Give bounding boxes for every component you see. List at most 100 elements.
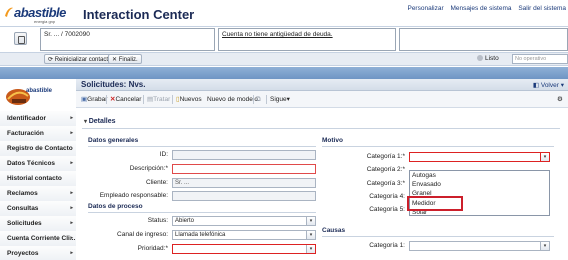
category4-label: Categoría 4: <box>369 193 405 200</box>
description-label: Descripción:* <box>129 165 168 172</box>
header-links: Personalizar Mensajes de sistema Salir d… <box>402 5 566 12</box>
sidebar-item-facturacion[interactable]: Facturación ▸ <box>0 126 76 142</box>
causas-category1-select[interactable]: ▾ <box>409 241 550 251</box>
chevron-down-icon: ▾ <box>306 217 315 225</box>
chevron-down-icon: ▾ <box>306 245 315 253</box>
section-general-data: Datos generales <box>88 137 139 144</box>
sidebar-item-reclamos[interactable]: Reclamos ▸ <box>0 186 76 202</box>
sidebar-item-historial-contacto[interactable]: Historial contacto <box>0 171 76 187</box>
toolbar-divider <box>253 95 254 104</box>
chevron-right-icon: ▸ <box>70 190 73 196</box>
nav-logo-text: abastible <box>26 88 53 94</box>
back-icon: ◧ <box>532 82 541 89</box>
section-divider <box>88 146 316 147</box>
highlight-box <box>407 196 463 211</box>
category1-select[interactable]: ▾ <box>409 152 550 162</box>
alert-message-link[interactable]: Cuenta no tiene antigüedad de deuda. <box>222 31 333 38</box>
chevron-down-icon: ▾ <box>540 153 549 161</box>
info-box-empty <box>399 28 568 51</box>
sidebar-item-datos-tecnicos[interactable]: Datos Técnicos ▸ <box>0 156 76 172</box>
chevron-down-icon: ▾ <box>286 96 290 103</box>
personalize-icon[interactable]: ⚙ <box>557 95 563 104</box>
sidebar-item-identificador[interactable]: Identificador ▸ <box>0 111 76 127</box>
process-button[interactable]: ▤Tratar <box>147 95 170 104</box>
priority-label: Prioridad:* <box>137 245 168 252</box>
id-field[interactable] <box>172 150 316 160</box>
link-personalizar[interactable]: Personalizar <box>407 5 443 12</box>
header-band <box>0 67 568 79</box>
employee-field[interactable] <box>172 191 316 201</box>
toolbar-divider <box>143 95 144 104</box>
status-dot-icon <box>477 55 483 62</box>
causas-category1-label: Categoría 1: <box>369 242 405 249</box>
sidebar-item-cuenta-corriente[interactable]: Cuenta Corriente Cli... ▸ <box>0 231 76 247</box>
toolbar-divider <box>106 95 107 104</box>
status-label: Status: <box>147 217 168 224</box>
dropdown-option-autogas[interactable]: Autogas <box>412 172 436 179</box>
toolbar-divider <box>172 95 173 104</box>
channel-label: Canal de ingreso: <box>117 231 168 238</box>
alert-message-box: Cuenta no tiene antigüedad de deuda. <box>218 28 396 51</box>
refresh-icon: ⟳ <box>48 57 55 63</box>
section-process-data: Datos de proceso <box>88 203 143 210</box>
app-title: Interaction Center <box>83 7 195 22</box>
chevron-right-icon: ▸ <box>70 250 73 256</box>
dropdown-option-envasado[interactable]: Envasado <box>412 181 441 188</box>
section-divider <box>322 146 554 147</box>
section-divider <box>88 212 316 213</box>
new-from-model-button[interactable]: Nuevo de modelo <box>207 95 258 104</box>
copy-icon: ⧉ <box>256 96 261 103</box>
chevron-right-icon: ▸ <box>70 205 73 211</box>
category1-label: Categoría 1:* <box>366 153 405 160</box>
phone-icon[interactable] <box>14 32 27 45</box>
agent-status[interactable]: Listo <box>477 54 499 64</box>
client-label: Cliente: <box>145 179 168 186</box>
page-title: Solicitudes: Nvs. <box>81 80 146 89</box>
priority-select[interactable]: ▾ <box>172 244 316 254</box>
finalize-button[interactable]: ✕ Finaliz. <box>108 54 142 64</box>
chevron-down-icon: ▾ <box>306 231 315 239</box>
chevron-right-icon: ▸ <box>70 130 73 136</box>
category5-label: Categoría 5: <box>369 206 405 213</box>
section-divider <box>322 236 554 237</box>
section-causas: Causas <box>322 227 346 234</box>
category3-label: Categoría 3:* <box>366 180 405 187</box>
back-button[interactable]: ◧ Volver ▾ <box>533 81 564 89</box>
client-field[interactable]: Sr. ... <box>172 178 316 188</box>
save-button[interactable]: ▣Grabar <box>81 95 107 104</box>
employee-label: Empleado responsable: <box>99 192 168 199</box>
caller-info: Sr. ... / 7002090 <box>44 31 90 38</box>
chevron-right-icon: ▸ <box>70 115 73 121</box>
category2-label: Categoría 2:* <box>366 166 405 173</box>
main-header <box>76 79 568 91</box>
sidebar-item-registro-contacto[interactable]: Registro de Contacto <box>0 141 76 157</box>
chevron-right-icon: ▸ <box>70 220 73 226</box>
new-button[interactable]: ▯Nuevos <box>176 95 202 104</box>
brand-logo-subtitle: energia gnp <box>34 19 56 24</box>
brand-logo-text: abastible <box>14 5 66 20</box>
sidebar-item-consultas[interactable]: Consultas ▸ <box>0 201 76 217</box>
status-select[interactable]: No operativo <box>512 54 568 64</box>
chevron-down-icon: ▾ <box>540 242 549 250</box>
caller-info-box: Sr. ... / 7002090 <box>40 28 215 51</box>
next-button[interactable]: Sigue▾ <box>270 95 290 104</box>
chevron-down-icon: ▾ <box>558 82 564 89</box>
abastible-logo-icon <box>5 7 13 17</box>
channel-select[interactable]: Llamada telefónica ▾ <box>172 230 316 240</box>
chevron-right-icon: ▸ <box>70 235 73 241</box>
details-section-header <box>82 116 560 129</box>
copy-button[interactable]: ⧉ <box>256 95 261 104</box>
status-select[interactable]: Abierto ▾ <box>172 216 316 226</box>
toolbar-divider <box>266 95 267 104</box>
reinit-contact-button[interactable]: ⟳ Reinicializar contacto <box>44 54 116 64</box>
description-field[interactable] <box>172 164 316 174</box>
section-motivo: Motivo <box>322 137 343 144</box>
sidebar-item-proyectos[interactable]: Proyectos ▸ <box>0 246 76 260</box>
chevron-right-icon: ▸ <box>70 160 73 166</box>
sidebar-item-solicitudes[interactable]: Solicitudes ▸ <box>0 216 76 232</box>
end-call-icon: ✕ <box>112 57 119 63</box>
cancel-button[interactable]: ✕Cancelar <box>110 95 141 104</box>
link-logout[interactable]: Salir del sistema <box>518 5 566 12</box>
details-toggle[interactable]: Detalles <box>84 118 116 125</box>
link-system-messages[interactable]: Mensajes de sistema <box>450 5 511 12</box>
